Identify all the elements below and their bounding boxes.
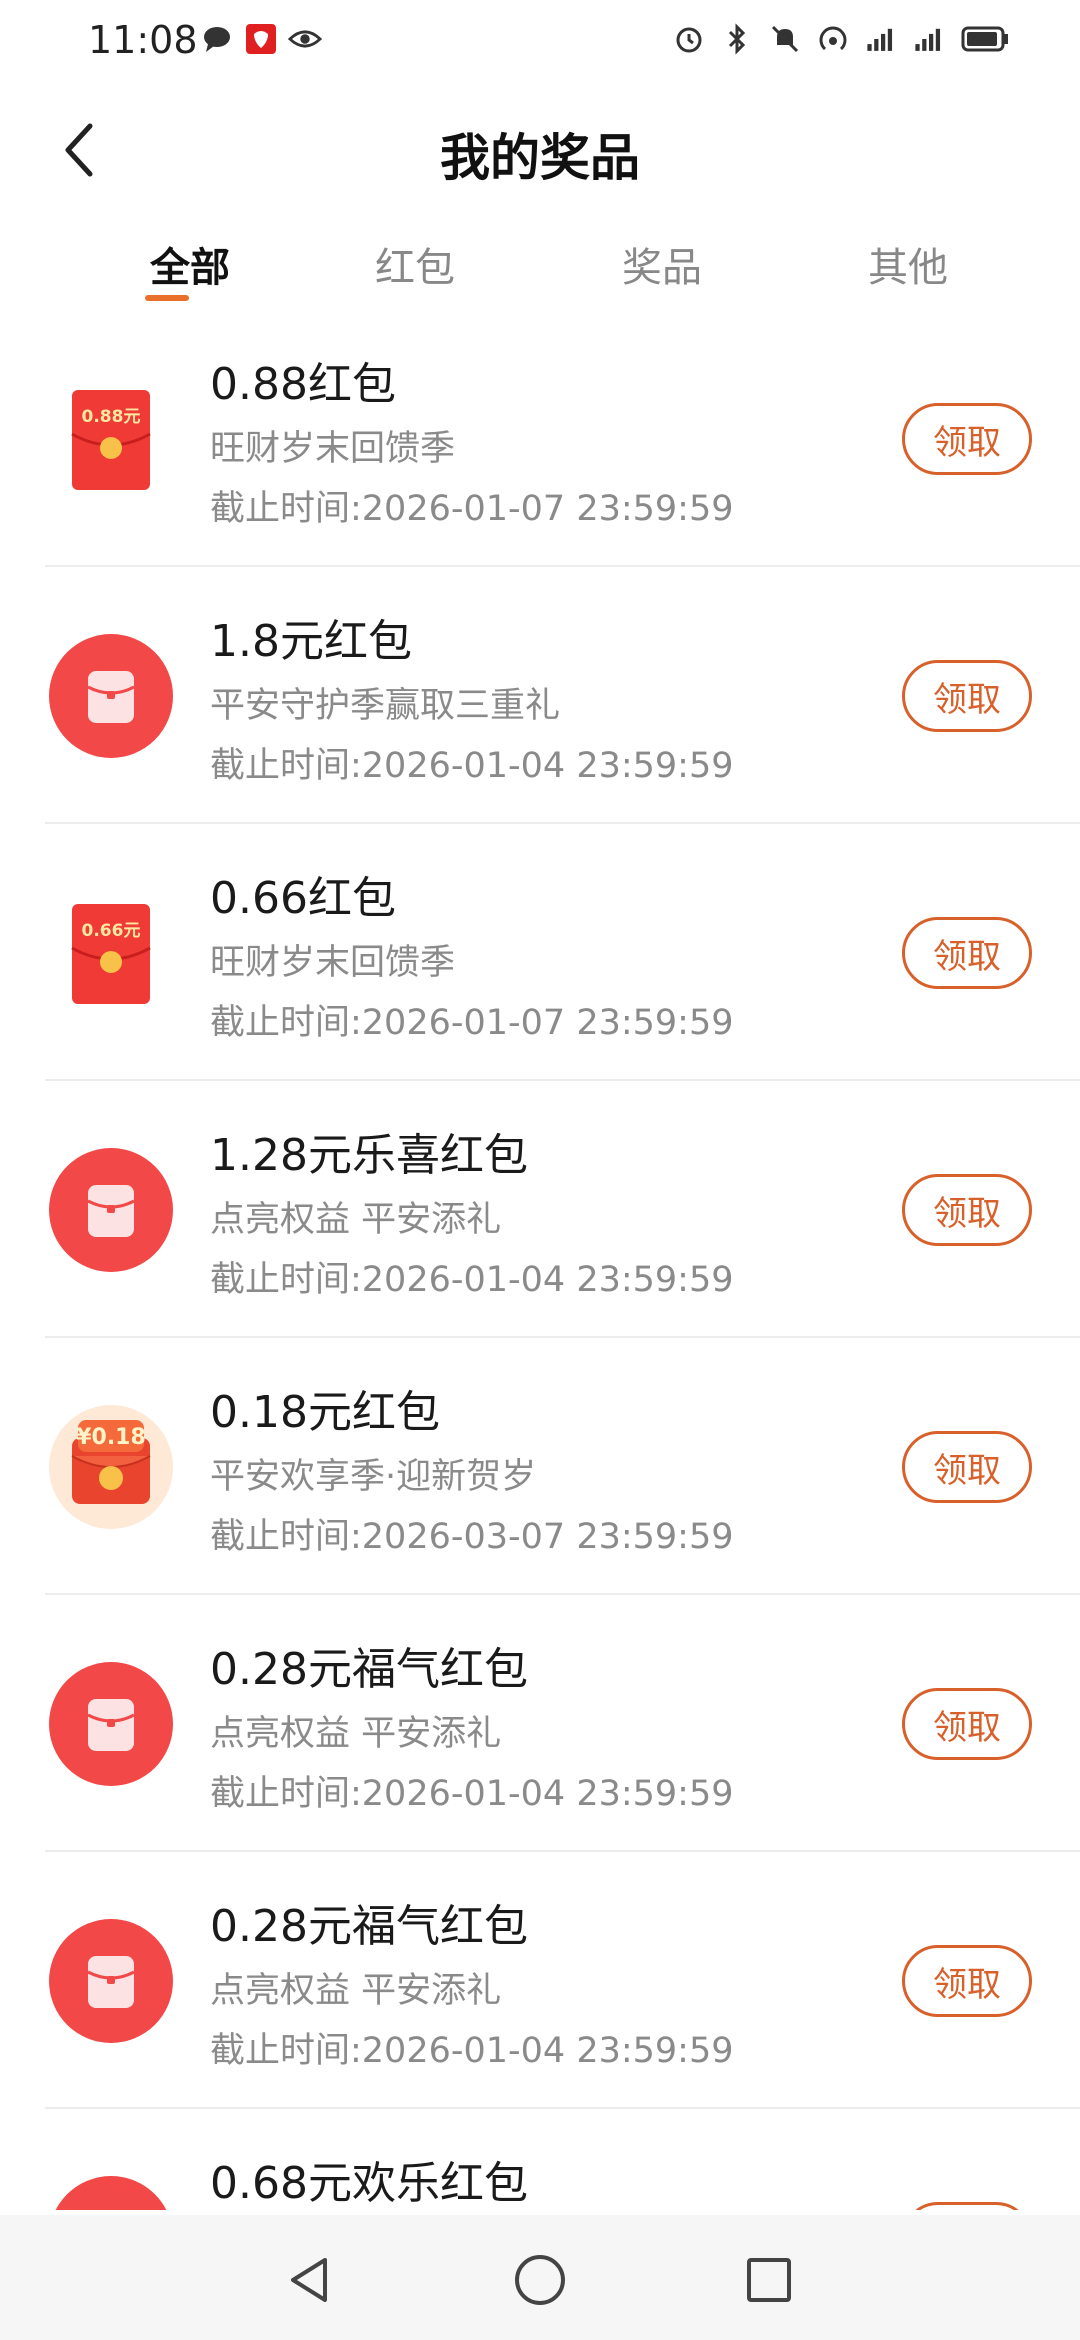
claim-button[interactable]: 领取 (902, 1431, 1032, 1503)
prize-deadline: 截止时间:2026-01-04 23:59:59 (210, 2031, 734, 2071)
envelope-amount-text: 0.88元 (82, 407, 141, 427)
mute-bell-icon (768, 22, 802, 56)
prize-title: 0.18元红包 (210, 1387, 440, 1438)
red-envelope-icon (48, 1147, 174, 1273)
prize-title: 1.8元红包 (210, 616, 412, 667)
prize-title: 1.28元乐喜红包 (210, 1130, 528, 1181)
list-item: 0.28元福气红包 点亮权益 平安添礼 截止时间:2026-01-04 23:5… (0, 1595, 1080, 1852)
signal-icon (912, 22, 946, 56)
red-envelope-icon (48, 633, 174, 759)
prize-title: 0.28元福气红包 (210, 1901, 528, 1952)
hotspot-icon (816, 22, 850, 56)
tab-other[interactable]: 其他 (828, 235, 988, 293)
list-item: 1.8元红包 平安守护季赢取三重礼 截止时间:2026-01-04 23:59:… (0, 567, 1080, 824)
prize-deadline: 截止时间:2026-03-07 23:59:59 (210, 1517, 734, 1557)
page-title: 我的奖品 (440, 129, 640, 187)
red-envelope-icon (48, 1918, 174, 2044)
signal-icon (864, 22, 898, 56)
prize-source: 平安欢享季·迎新贺岁 (210, 1457, 537, 1497)
prize-title: 0.28元福气红包 (210, 1644, 528, 1695)
square-recents-icon (747, 2258, 791, 2302)
prize-source: 点亮权益 平安添礼 (210, 1200, 502, 1240)
prize-deadline: 截止时间:2026-01-07 23:59:59 (210, 1003, 734, 1043)
envelope-amount-text: ¥0.18 (76, 1425, 146, 1450)
list-item: 0.68元欢乐红包 领取 (0, 2109, 1080, 2210)
status-bar: 11:08 (0, 0, 1080, 80)
prize-deadline: 截止时间:2026-01-04 23:59:59 (210, 1260, 734, 1300)
red-envelope-icon: 0.66元 (48, 890, 174, 1016)
tab-bar: 全部 红包 奖品 其他 (0, 225, 1080, 315)
prize-source: 旺财岁末回馈季 (210, 943, 456, 983)
prize-deadline: 截止时间:2026-01-07 23:59:59 (210, 489, 734, 529)
tab-prizes[interactable]: 奖品 (582, 235, 742, 293)
prize-source: 点亮权益 平安添礼 (210, 1714, 502, 1754)
nav-back-button[interactable] (264, 2235, 354, 2325)
prize-source: 点亮权益 平安添礼 (210, 1971, 502, 2011)
claim-button[interactable]: 领取 (902, 1174, 1032, 1246)
claim-button[interactable]: 领取 (902, 1945, 1032, 2017)
nav-recents-button[interactable] (724, 2235, 814, 2325)
envelope-amount-text: 0.66元 (82, 921, 141, 941)
tab-red-envelope[interactable]: 红包 (335, 235, 495, 293)
circle-home-icon (515, 2255, 565, 2305)
system-nav-bar (0, 2215, 1080, 2340)
claim-button[interactable]: 领取 (902, 917, 1032, 989)
claim-button[interactable]: 领取 (902, 2202, 1032, 2210)
prize-list: 0.88元 0.88红包 旺财岁末回馈季 截止时间:2026-01-07 23:… (0, 310, 1080, 2210)
list-item: 0.88元 0.88红包 旺财岁末回馈季 截止时间:2026-01-07 23:… (0, 310, 1080, 567)
red-envelope-icon (48, 2175, 174, 2210)
status-time: 11:08 (88, 18, 198, 62)
header: 我的奖品 (0, 100, 1080, 200)
claim-button[interactable]: 领取 (902, 660, 1032, 732)
chat-bubble-icon (200, 22, 234, 56)
nav-home-button[interactable] (495, 2235, 585, 2325)
battery-icon (960, 22, 1010, 56)
red-envelope-icon (48, 1661, 174, 1787)
prize-source: 旺财岁末回馈季 (210, 429, 456, 469)
prize-deadline: 截止时间:2026-01-04 23:59:59 (210, 1774, 734, 1814)
claim-button[interactable]: 领取 (902, 1688, 1032, 1760)
list-item: 0.66元 0.66红包 旺财岁末回馈季 截止时间:2026-01-07 23:… (0, 824, 1080, 1081)
list-item: ¥0.18 0.18元红包 平安欢享季·迎新贺岁 截止时间:2026-03-07… (0, 1338, 1080, 1595)
prize-source: 平安守护季赢取三重礼 (210, 686, 561, 726)
prize-deadline: 截止时间:2026-01-04 23:59:59 (210, 746, 734, 786)
prize-title: 0.66红包 (210, 873, 396, 924)
red-envelope-icon: 0.88元 (48, 376, 174, 502)
tab-indicator (145, 295, 189, 301)
app-notification-icon (244, 22, 278, 56)
alarm-icon (672, 22, 706, 56)
list-item: 1.28元乐喜红包 点亮权益 平安添礼 截止时间:2026-01-04 23:5… (0, 1081, 1080, 1338)
prize-title: 0.88红包 (210, 359, 396, 410)
tab-all[interactable]: 全部 (110, 235, 270, 293)
eye-icon (288, 22, 322, 56)
bluetooth-icon (720, 22, 754, 56)
list-item: 0.28元福气红包 点亮权益 平安添礼 截止时间:2026-01-04 23:5… (0, 1852, 1080, 2109)
claim-button[interactable]: 领取 (902, 403, 1032, 475)
triangle-back-icon (291, 2258, 327, 2302)
prize-title: 0.68元欢乐红包 (210, 2158, 528, 2209)
gold-red-envelope-icon: ¥0.18 (48, 1404, 174, 1530)
